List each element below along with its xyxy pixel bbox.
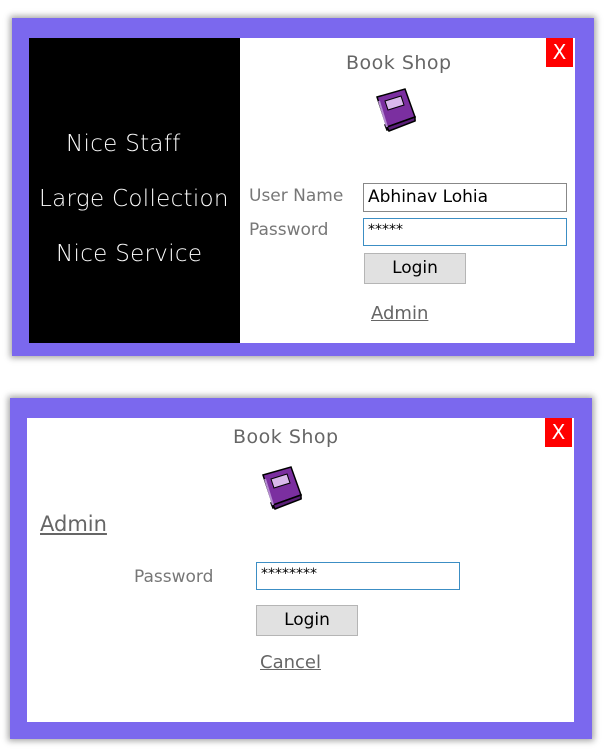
username-label: User Name xyxy=(249,186,344,206)
admin-form-panel: Book Shop X Admin Password ******** Logi… xyxy=(27,418,574,722)
admin-password-input[interactable]: ******** xyxy=(256,562,460,590)
admin-link[interactable]: Admin xyxy=(371,303,428,324)
feature-nice-service: Nice Service xyxy=(56,241,203,267)
cancel-link[interactable]: Cancel xyxy=(260,652,321,673)
admin-login-window: Book Shop X Admin Password ******** Logi… xyxy=(10,398,592,739)
password-label: Password xyxy=(134,567,214,587)
login-form-panel: Book Shop X User Name Abhinav Lohia Pass… xyxy=(240,38,575,343)
login-button[interactable]: Login xyxy=(256,605,358,636)
features-panel: Nice Staff Large Collection Nice Service xyxy=(29,38,240,343)
close-button[interactable]: X xyxy=(546,38,573,67)
close-button[interactable]: X xyxy=(545,418,572,447)
admin-heading: Admin xyxy=(40,512,107,536)
password-input[interactable]: ***** xyxy=(363,218,567,246)
username-input[interactable]: Abhinav Lohia xyxy=(363,183,567,212)
book-icon xyxy=(376,88,416,132)
book-icon xyxy=(262,466,302,510)
app-title: Book Shop xyxy=(346,52,452,74)
login-button[interactable]: Login xyxy=(364,253,466,284)
app-title: Book Shop xyxy=(233,426,339,448)
user-login-window: Nice Staff Large Collection Nice Service… xyxy=(12,18,594,356)
feature-large-collection: Large Collection xyxy=(39,186,229,212)
password-label: Password xyxy=(249,220,329,240)
